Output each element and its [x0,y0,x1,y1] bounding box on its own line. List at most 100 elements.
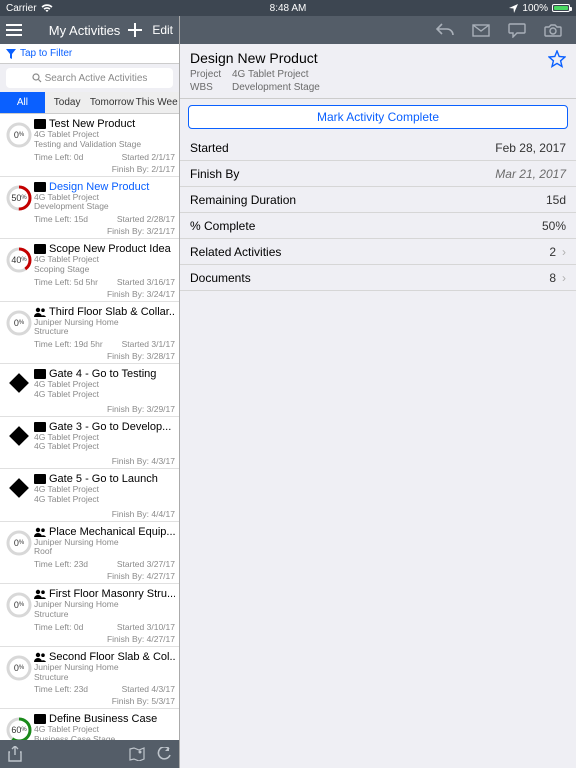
mark-complete-row: Mark Activity Complete [180,99,576,135]
activity-sub2: 4G Tablet Project [34,495,175,505]
progress-gauge: 0% [6,310,32,336]
activity-sub2: 4G Tablet Project [34,390,175,400]
map-icon[interactable] [129,747,145,761]
tab-bar: AllTodayTomorrowThis Wee [0,92,179,114]
left-nav-title: My Activities [49,23,121,38]
finish-by-label: Finish By: 3/29/17 [107,404,175,414]
tab-all[interactable]: All [0,92,45,113]
started-label: Started 3/10/17 [117,622,175,632]
list-item[interactable]: 0%Place Mechanical Equip...Juniper Nursi… [0,522,179,585]
detail-key: Remaining Duration [190,193,296,207]
person-icon [34,307,46,317]
started-label: Started 3/1/17 [122,339,175,349]
tab-today[interactable]: Today [45,92,90,113]
activity-sub2: Structure [34,673,175,683]
reply-icon[interactable] [436,23,454,37]
detail-row: Remaining Duration 15d [180,187,576,213]
left-nav: My Activities Edit [0,16,179,44]
finish-by-label: Finish By: 3/21/17 [107,226,175,236]
started-label: Started 2/28/17 [117,214,175,224]
time-left: Time Left: 5d 5hr [34,277,98,287]
mark-complete-button[interactable]: Mark Activity Complete [188,105,568,129]
list-item[interactable]: Gate 4 - Go to Testing4G Tablet Project4… [0,364,179,417]
activity-sub2: Roof [34,547,175,557]
activity-sub2: Structure [34,610,175,620]
filter-button[interactable]: Tap to Filter [0,44,179,64]
progress-gauge: 40% [6,247,32,273]
activity-name: Design New Product [49,181,149,193]
chevron-right-icon: › [562,245,566,259]
activity-name: Second Floor Slab & Col... [49,651,175,663]
wbs-value: Development Stage [232,81,320,94]
activity-list-pane: My Activities Edit Tap to Filter Search … [0,16,180,768]
list-item[interactable]: 60%Define Business Case4G Tablet Project… [0,709,179,740]
right-nav [180,16,576,44]
activity-sub2: Scoping Stage [34,265,175,275]
detail-pane: Design New Product Project4G Tablet Proj… [180,16,576,768]
refresh-icon[interactable] [157,747,171,761]
list-item[interactable]: 40%Scope New Product Idea4G Tablet Proje… [0,239,179,302]
time-left: Time Left: 15d [34,214,88,224]
menu-icon[interactable] [6,24,22,36]
detail-value: 15d [546,193,566,207]
funnel-icon [6,49,16,59]
search-input[interactable]: Search Active Activities [6,68,173,88]
search-placeholder: Search Active Activities [45,73,148,84]
detail-value: 8 [549,271,556,285]
started-label: Started 3/27/17 [117,559,175,569]
activity-sub2: Structure [34,327,175,337]
tab-this-wee[interactable]: This Wee [134,92,179,113]
activity-sub1: Juniper Nursing Home [34,538,175,548]
finish-by-label: Finish By: 2/1/17 [112,164,175,174]
star-icon[interactable] [548,50,566,68]
edit-button[interactable]: Edit [152,23,173,37]
list-item[interactable]: 0%First Floor Masonry Stru...Juniper Nur… [0,584,179,647]
comment-icon[interactable] [508,23,526,38]
progress-gauge: 0% [6,530,32,556]
block-icon [34,244,46,254]
person-icon [34,652,46,662]
activity-sub2: 4G Tablet Project [34,442,175,452]
time-left: Time Left: 0d [34,152,83,162]
wbs-key: WBS [190,81,232,94]
detail-row[interactable]: Documents8› [180,265,576,291]
bottom-toolbar [0,740,179,768]
filter-label: Tap to Filter [20,48,72,59]
detail-header: Design New Product Project4G Tablet Proj… [180,44,576,99]
block-icon [34,369,46,379]
list-item[interactable]: Gate 3 - Go to Develop...4G Tablet Proje… [0,417,179,470]
activity-list[interactable]: 0%Test New Product4G Tablet ProjectTesti… [0,114,179,740]
list-item[interactable]: 0%Test New Product4G Tablet ProjectTesti… [0,114,179,177]
clock-label: 8:48 AM [0,3,576,14]
share-icon[interactable] [8,746,22,762]
finish-by-label: Finish By: 4/27/17 [107,634,175,644]
time-left: Time Left: 23d [34,559,88,569]
camera-icon[interactable] [544,23,562,37]
progress-gauge: 60% [6,717,32,740]
detail-key: Finish By [190,167,239,181]
tab-tomorrow[interactable]: Tomorrow [90,92,135,113]
block-icon [34,119,46,129]
detail-value: 2 [549,245,556,259]
finish-by-label: Finish By: 3/24/17 [107,289,175,299]
progress-gauge: 50% [6,185,32,211]
person-icon [34,527,46,537]
activity-name: Third Floor Slab & Collar... [49,306,175,318]
list-item[interactable]: 0%Third Floor Slab & Collar...Juniper Nu… [0,302,179,365]
finish-by-label: Finish By: 4/3/17 [112,456,175,466]
list-item[interactable]: 0%Second Floor Slab & Col...Juniper Nurs… [0,647,179,710]
search-icon [32,73,42,83]
list-item[interactable]: Gate 5 - Go to Launch4G Tablet Project4G… [0,469,179,522]
person-icon [34,589,46,599]
milestone-icon [9,426,29,446]
finish-by-label: Finish By: 4/27/17 [107,571,175,581]
block-icon [34,714,46,724]
mail-icon[interactable] [472,24,490,37]
project-value: 4G Tablet Project [232,68,309,81]
progress-gauge: 0% [6,592,32,618]
chevron-right-icon: › [562,271,566,285]
list-item[interactable]: 50%Design New Product4G Tablet ProjectDe… [0,177,179,240]
detail-row: StartedFeb 28, 2017 [180,135,576,161]
detail-row[interactable]: Related Activities2› [180,239,576,265]
add-icon[interactable] [128,23,142,37]
